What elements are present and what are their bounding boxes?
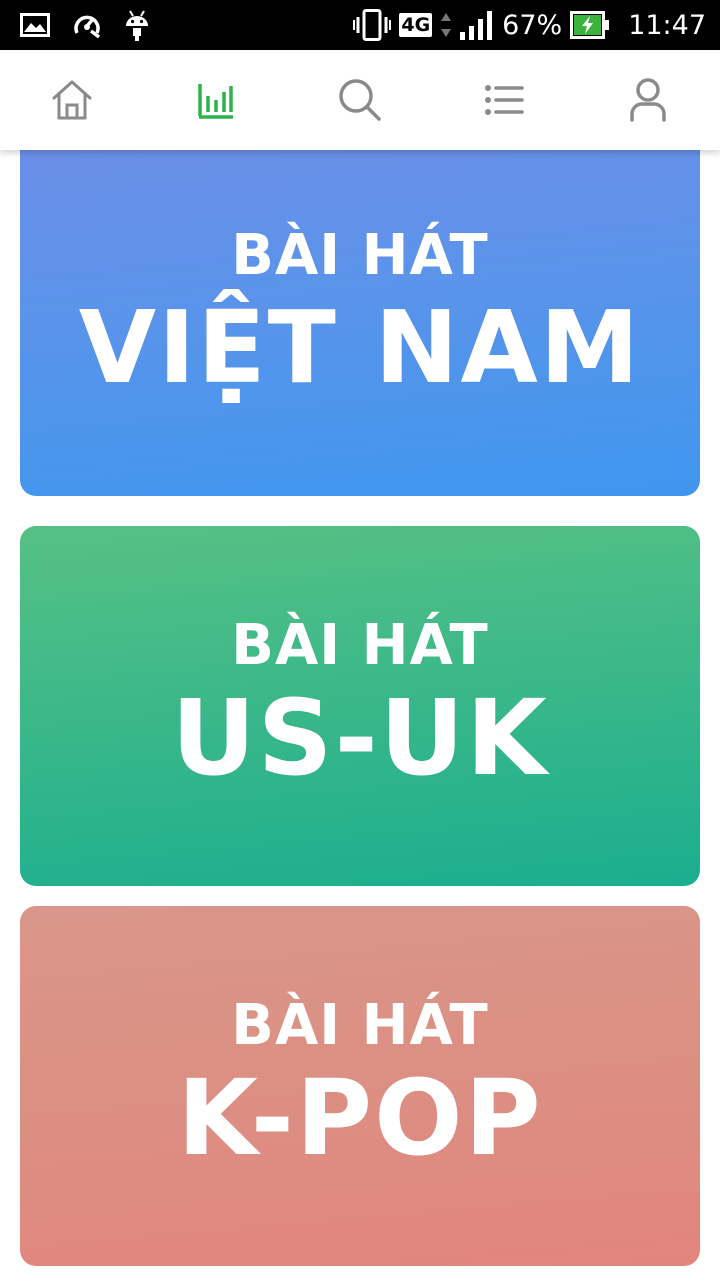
card-title: VIỆT NAM xyxy=(78,289,642,406)
card-subtitle: BÀI HÁT xyxy=(231,223,489,288)
card-subtitle: BÀI HÁT xyxy=(231,613,489,678)
status-bar: 4G 67% 11:47 xyxy=(0,0,720,50)
data-arrows-icon xyxy=(440,11,452,39)
home-icon xyxy=(52,80,92,120)
signal-icon xyxy=(460,10,494,40)
status-bar-left xyxy=(20,0,150,50)
category-card-vietnam[interactable]: BÀI HÁT VIỆT NAM xyxy=(20,150,700,496)
card-title: US-UK xyxy=(171,677,549,799)
bar-chart-icon xyxy=(198,84,233,119)
network-type-badge: 4G xyxy=(399,13,433,37)
card-subtitle: BÀI HÁT xyxy=(231,993,489,1058)
list-icon xyxy=(485,85,524,115)
vibrate-icon xyxy=(353,9,392,41)
speed-icon xyxy=(72,11,102,39)
gallery-icon xyxy=(20,13,50,37)
status-bar-right: 4G 67% 11:47 xyxy=(353,0,706,50)
playlist-category-list: BÀI HÁT VIỆT NAM BÀI HÁT US-UK BÀI HÁT K… xyxy=(0,150,720,1280)
android-icon xyxy=(124,9,150,41)
battery-percent: 67% xyxy=(502,9,563,41)
tab-bar xyxy=(0,50,720,150)
tab-list[interactable] xyxy=(432,50,576,150)
category-card-kpop[interactable]: BÀI HÁT K-POP xyxy=(20,906,700,1266)
clock: 11:47 xyxy=(628,9,706,41)
user-icon xyxy=(630,78,666,122)
battery-charging-icon xyxy=(570,11,610,39)
card-title: K-POP xyxy=(177,1057,543,1179)
tab-search[interactable] xyxy=(288,50,432,150)
search-icon xyxy=(339,79,381,121)
tab-charts[interactable] xyxy=(144,50,288,150)
tab-profile[interactable] xyxy=(576,50,720,150)
tab-home[interactable] xyxy=(0,50,144,150)
category-card-usuk[interactable]: BÀI HÁT US-UK xyxy=(20,526,700,886)
